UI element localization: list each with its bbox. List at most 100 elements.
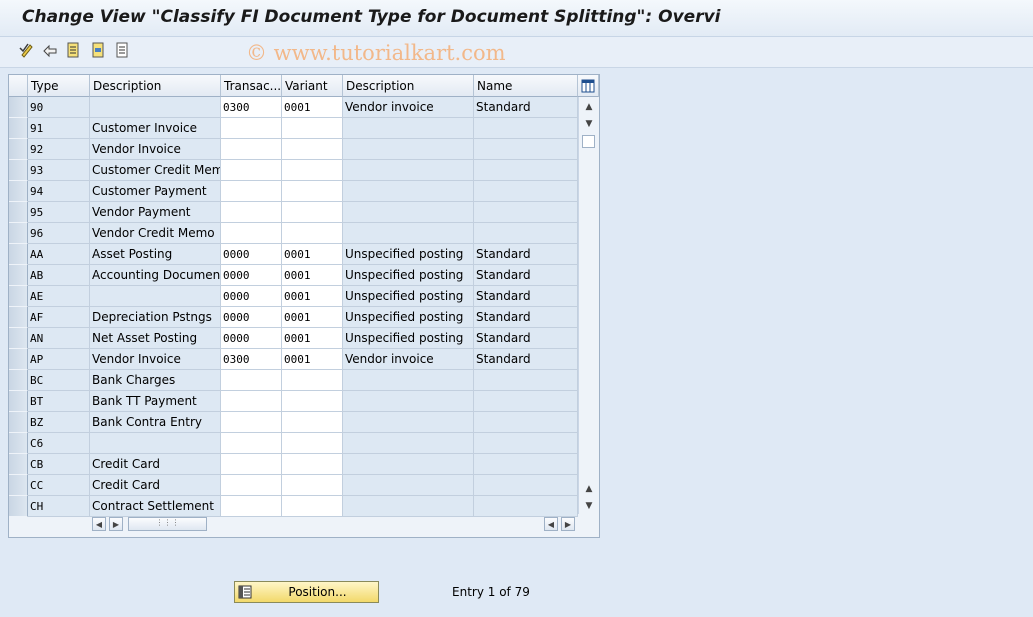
horizontal-scroll-thumb[interactable]: ⋮⋮⋮ [128, 517, 207, 531]
change-display-icon[interactable] [18, 41, 36, 59]
cell-name [474, 202, 578, 223]
row-selector[interactable] [9, 202, 28, 223]
row-selector[interactable] [9, 454, 28, 475]
select-all-icon[interactable] [65, 41, 83, 59]
entry-counter: Entry 1 of 79 [452, 585, 530, 599]
cell-transaction[interactable] [221, 475, 282, 496]
row-selector[interactable] [9, 391, 28, 412]
cell-name [474, 496, 578, 517]
scroll-down-icon[interactable]: ▼ [583, 118, 595, 130]
table-settings-icon[interactable] [578, 75, 599, 97]
cell-transaction[interactable]: 0000 [221, 244, 282, 265]
cell-name [474, 118, 578, 139]
cell-variant-description: Vendor invoice [343, 349, 474, 370]
row-selector[interactable] [9, 496, 28, 517]
scroll-thumb[interactable] [582, 135, 595, 148]
cell-transaction[interactable]: 0300 [221, 349, 282, 370]
cell-transaction[interactable]: 0000 [221, 328, 282, 349]
cell-transaction[interactable]: 0300 [221, 97, 282, 118]
cell-transaction[interactable] [221, 118, 282, 139]
column-header-transaction[interactable]: Transac... [221, 75, 282, 97]
select-all-rows-button[interactable] [9, 75, 28, 97]
row-selector[interactable] [9, 370, 28, 391]
cell-variant[interactable] [282, 202, 343, 223]
cell-variant-description [343, 391, 474, 412]
table-row: AF Depreciation Pstngs 0000 0001 Unspecified… [28, 307, 578, 328]
scroll-left-right-section-icon[interactable]: ◀ [544, 517, 558, 531]
column-header-name[interactable]: Name [474, 75, 578, 97]
row-selector[interactable] [9, 307, 28, 328]
cell-transaction[interactable] [221, 181, 282, 202]
cell-transaction[interactable]: 0000 [221, 307, 282, 328]
scroll-right-icon[interactable]: ▶ [109, 517, 123, 531]
column-header-variant[interactable]: Variant [282, 75, 343, 97]
cell-transaction[interactable] [221, 223, 282, 244]
select-block-icon[interactable] [90, 41, 108, 59]
row-selector[interactable] [9, 286, 28, 307]
cell-variant[interactable]: 0001 [282, 349, 343, 370]
scroll-page-up-icon[interactable]: ▲ [583, 483, 595, 495]
cell-variant[interactable] [282, 223, 343, 244]
cell-variant[interactable] [282, 412, 343, 433]
column-header-variant-description[interactable]: Description [343, 75, 474, 97]
cell-type: CC [28, 475, 90, 496]
deselect-all-icon[interactable] [114, 41, 132, 59]
cell-variant[interactable]: 0001 [282, 265, 343, 286]
cell-variant[interactable] [282, 160, 343, 181]
cell-transaction[interactable]: 0000 [221, 286, 282, 307]
scroll-page-down-icon[interactable]: ▼ [583, 500, 595, 512]
row-selector[interactable] [9, 181, 28, 202]
cell-transaction[interactable] [221, 160, 282, 181]
row-selector[interactable] [9, 160, 28, 181]
row-selector[interactable] [9, 328, 28, 349]
cell-name [474, 433, 578, 454]
undo-icon[interactable] [41, 41, 59, 59]
row-selector[interactable] [9, 412, 28, 433]
cell-variant[interactable] [282, 391, 343, 412]
cell-variant[interactable] [282, 496, 343, 517]
cell-name: Standard [474, 286, 578, 307]
cell-transaction[interactable] [221, 202, 282, 223]
row-selector[interactable] [9, 475, 28, 496]
cell-variant[interactable]: 0001 [282, 244, 343, 265]
column-header-type[interactable]: Type [28, 75, 90, 97]
cell-variant[interactable] [282, 181, 343, 202]
cell-variant[interactable] [282, 475, 343, 496]
cell-name [474, 454, 578, 475]
column-header-description[interactable]: Description [90, 75, 221, 97]
row-selector[interactable] [9, 139, 28, 160]
cell-variant[interactable]: 0001 [282, 286, 343, 307]
scroll-up-icon[interactable]: ▲ [583, 101, 595, 113]
cell-transaction[interactable] [221, 391, 282, 412]
scroll-right-right-section-icon[interactable]: ▶ [561, 517, 575, 531]
row-selector[interactable] [9, 223, 28, 244]
cell-variant[interactable] [282, 433, 343, 454]
cell-variant[interactable]: 0001 [282, 307, 343, 328]
cell-transaction[interactable]: 0000 [221, 265, 282, 286]
cell-variant[interactable] [282, 118, 343, 139]
position-button[interactable]: Position... [234, 581, 379, 603]
cell-transaction[interactable] [221, 412, 282, 433]
row-selector[interactable] [9, 118, 28, 139]
cell-variant[interactable]: 0001 [282, 97, 343, 118]
scroll-left-icon[interactable]: ◀ [92, 517, 106, 531]
cell-variant-description: Unspecified posting [343, 328, 474, 349]
row-selector[interactable] [9, 349, 28, 370]
cell-transaction[interactable] [221, 139, 282, 160]
cell-transaction[interactable] [221, 370, 282, 391]
cell-transaction[interactable] [221, 454, 282, 475]
cell-variant[interactable] [282, 370, 343, 391]
cell-type: 90 [28, 97, 90, 118]
row-selector[interactable] [9, 433, 28, 454]
cell-variant[interactable] [282, 454, 343, 475]
row-selector[interactable] [9, 97, 28, 118]
row-selector[interactable] [9, 244, 28, 265]
row-selector[interactable] [9, 265, 28, 286]
cell-variant[interactable]: 0001 [282, 328, 343, 349]
cell-name [474, 139, 578, 160]
vertical-scrollbar[interactable]: ▲ ▼ ▲ ▼ [578, 97, 599, 514]
cell-variant[interactable] [282, 139, 343, 160]
cell-type: 91 [28, 118, 90, 139]
cell-transaction[interactable] [221, 496, 282, 517]
cell-transaction[interactable] [221, 433, 282, 454]
